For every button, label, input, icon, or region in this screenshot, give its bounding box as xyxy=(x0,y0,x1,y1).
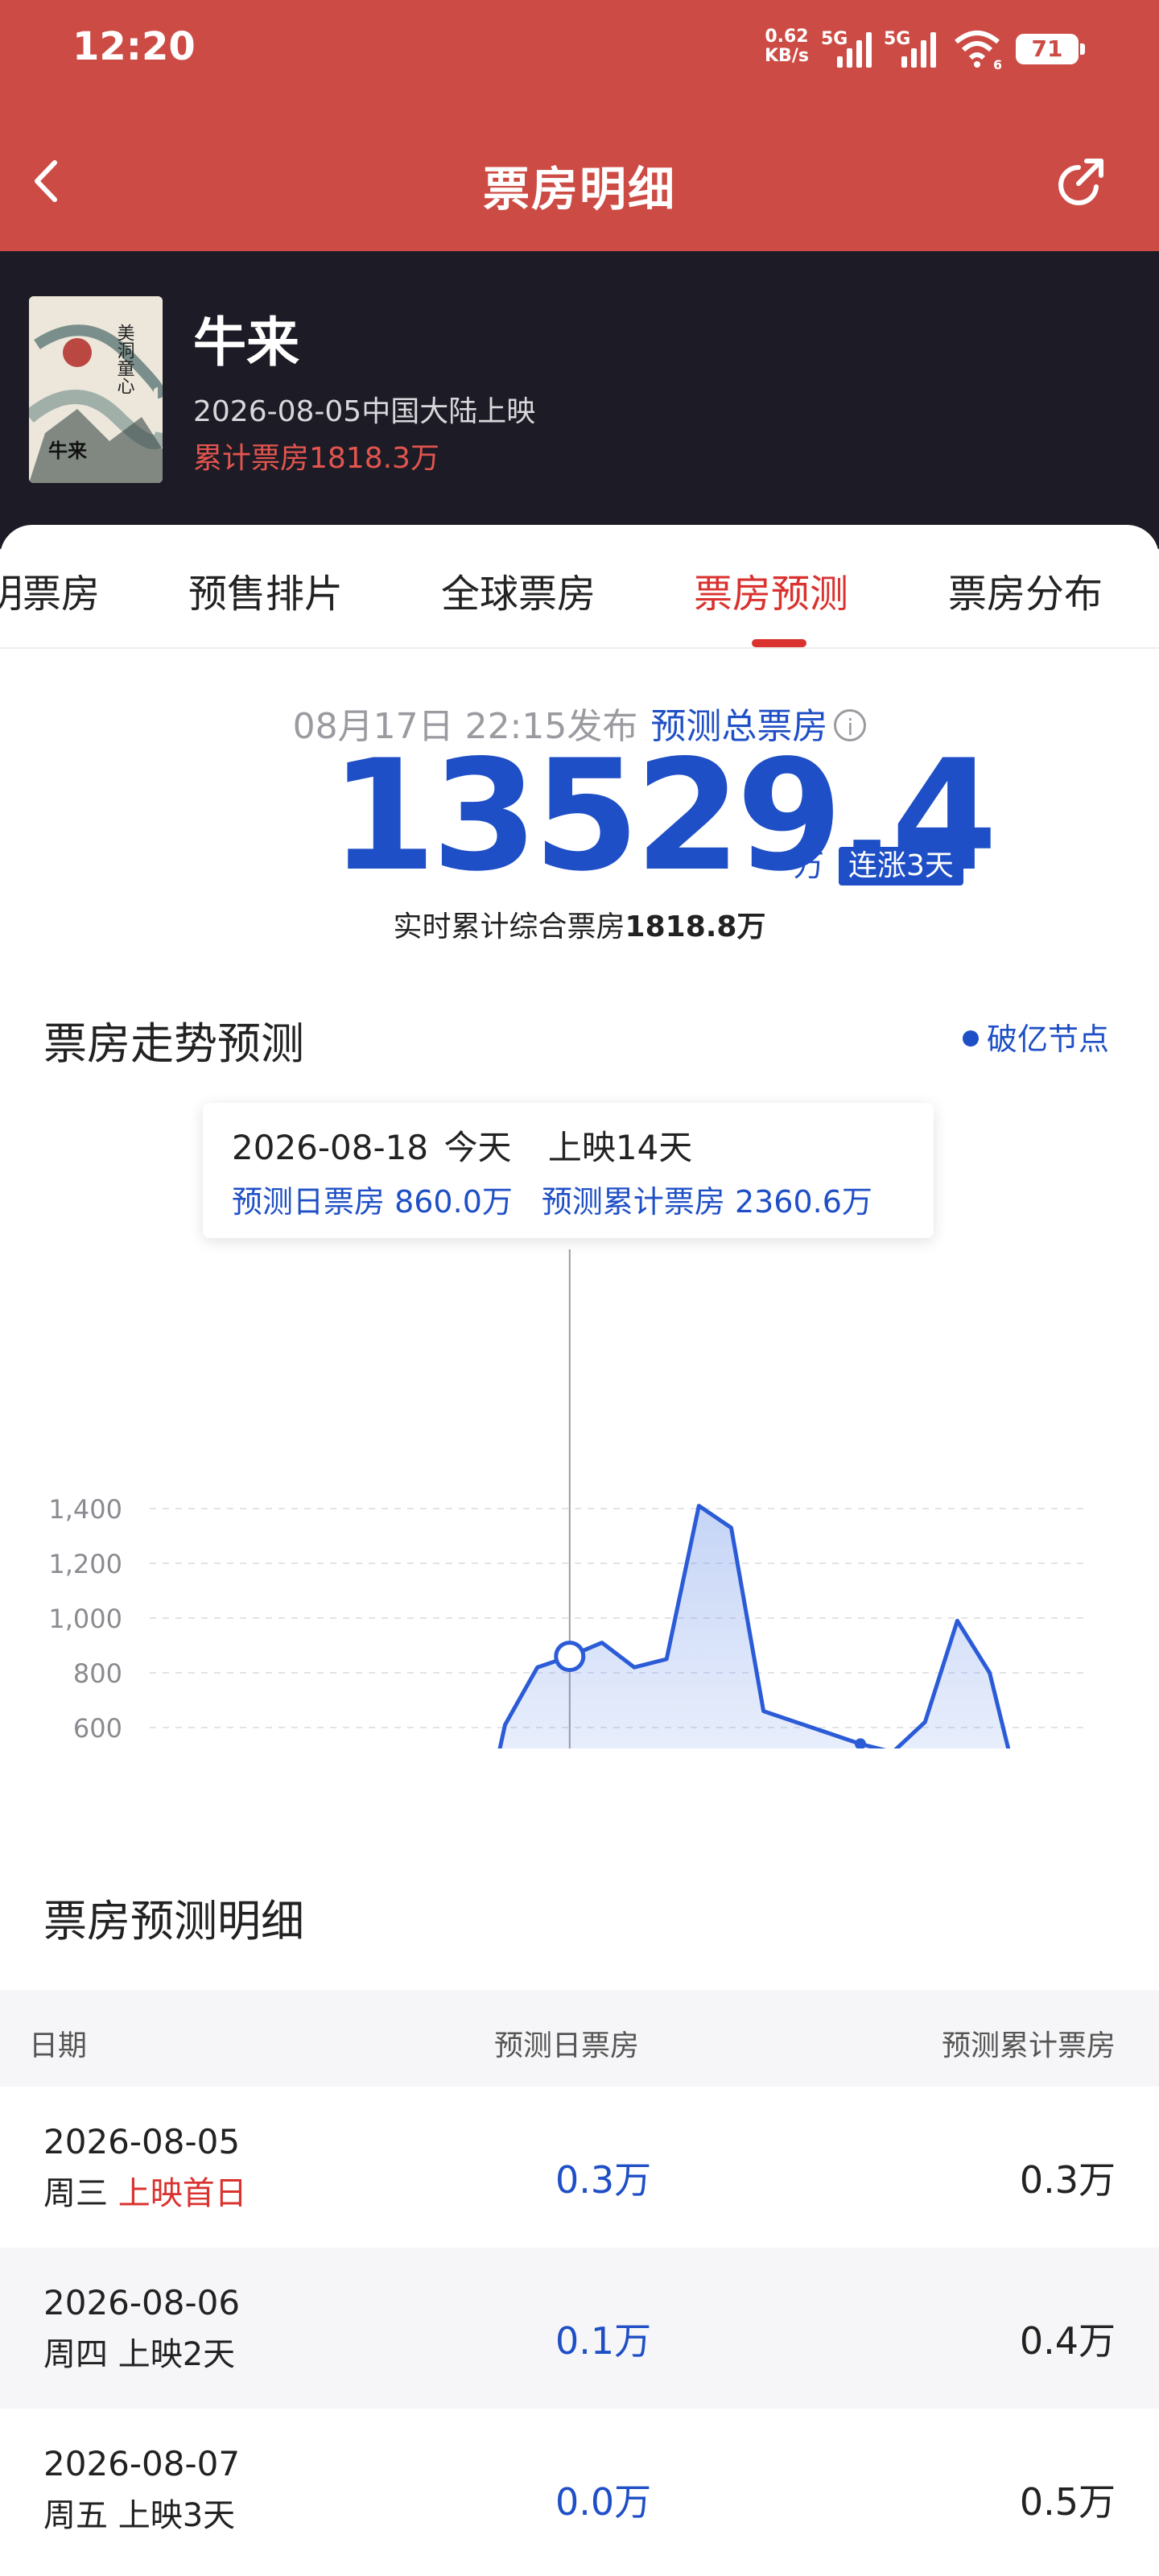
tab-bar: 明票房 预售排片 全球票房 票房预测 票房分布 xyxy=(0,525,1159,649)
header-daily: 预测日票房 xyxy=(494,2029,640,2062)
y-tick-label: 1,000 xyxy=(48,1604,122,1634)
movie-summary: 美洞童心 牛来 牛来 2026-08-05中国大陆上映 累计票房1818.3万 xyxy=(0,251,1159,549)
share-icon[interactable] xyxy=(1054,153,1111,209)
tooltip-date: 2026-08-18 xyxy=(232,1128,429,1167)
detail-table-header: 日期 预测日票房 预测累计票房 xyxy=(0,1990,1159,2087)
realtime-value: 1818.8万 xyxy=(625,910,766,943)
tab-distribution[interactable]: 票房分布 xyxy=(948,562,1103,618)
tooltip-cumulative: 预测累计票房 2360.6万 xyxy=(541,1184,872,1220)
movie-title: 牛来 xyxy=(193,312,299,374)
page-title: 票房明细 xyxy=(482,162,676,217)
network-speed: 0.62 KB/s xyxy=(765,27,809,66)
status-bar: 12:20 0.62 KB/s 5G 5G 6 71 xyxy=(0,0,1159,97)
table-row[interactable]: 2026-08-07 周五 上映3天 0.0万 0.5万 xyxy=(0,2409,1159,2570)
battery-icon: 71 xyxy=(1016,34,1085,64)
poster-title: 美洞童心 xyxy=(114,324,135,394)
trend-section-title: 票房走势预测 xyxy=(43,1018,304,1069)
active-tab-indicator xyxy=(752,639,806,647)
tab-presale[interactable]: 预售排片 xyxy=(188,562,343,618)
legend-milestone[interactable]: 破亿节点 xyxy=(963,1014,1109,1059)
table-row[interactable]: 2026-08-05 周三 上映首日 0.3万 0.3万 xyxy=(0,2087,1159,2248)
detail-section-title: 票房预测明细 xyxy=(43,1896,304,1946)
tab-forecast[interactable]: 票房预测 xyxy=(694,562,848,618)
y-tick-label: 1,400 xyxy=(48,1494,122,1525)
cumulative-box-office: 累计票房1818.3万 xyxy=(193,442,439,475)
y-tick-label: 1,200 xyxy=(48,1549,122,1579)
tab-daily-box-office[interactable]: 明票房 xyxy=(0,562,100,618)
signal-bars-1-icon xyxy=(837,31,876,68)
table-row[interactable]: 2026-08-06 周四 上映2天 0.1万 0.4万 xyxy=(0,2248,1159,2409)
milestone-point xyxy=(855,1738,867,1748)
poster-image: 美洞童心 牛来 xyxy=(29,296,163,483)
signal-bars-2-icon xyxy=(901,31,940,68)
content-sheet: 明票房 预售排片 全球票房 票房预测 票房分布 08月17日 22:15发布 预测… xyxy=(0,525,1159,2576)
release-info: 2026-08-05中国大陆上映 xyxy=(193,395,536,428)
legend-dot-icon xyxy=(963,1030,979,1046)
y-tick-label: 800 xyxy=(73,1658,122,1689)
tooltip-today: 今天 xyxy=(443,1128,512,1167)
app-header: 12:20 0.62 KB/s 5G 5G 6 71 票房明细 xyxy=(0,0,1159,251)
highlight-point xyxy=(554,1641,586,1673)
wifi-label: 6 xyxy=(993,57,1001,69)
nav-bar: 票房明细 xyxy=(0,129,1159,233)
header-date: 日期 xyxy=(29,2029,88,2062)
tab-global[interactable]: 全球票房 xyxy=(441,562,596,618)
forecast-total-unit: 万 xyxy=(794,848,825,883)
trend-chart[interactable]: 02004006008001,0001,2001,400上映5天上映11天上映1… xyxy=(0,1249,1159,1748)
wifi-icon: 6 xyxy=(955,31,1001,69)
trend-badge: 连涨3天 xyxy=(839,847,963,886)
chart-tooltip: 2026-08-18 今天 上映14天 预测日票房 860.0万 预测累计票房 2… xyxy=(203,1103,934,1238)
status-time: 12:20 xyxy=(72,24,196,69)
header-cumulative: 预测累计票房 xyxy=(941,2029,1116,2062)
series-area xyxy=(500,1505,1008,1748)
realtime-box-office: 实时累计综合票房1818.8万 xyxy=(393,910,766,943)
poster-name: 牛来 xyxy=(48,439,88,462)
tooltip-day: 上映14天 xyxy=(547,1128,693,1167)
tooltip-daily: 预测日票房 860.0万 xyxy=(232,1184,513,1220)
movie-poster[interactable]: 美洞童心 牛来 xyxy=(29,296,163,483)
y-tick-label: 600 xyxy=(73,1713,122,1744)
